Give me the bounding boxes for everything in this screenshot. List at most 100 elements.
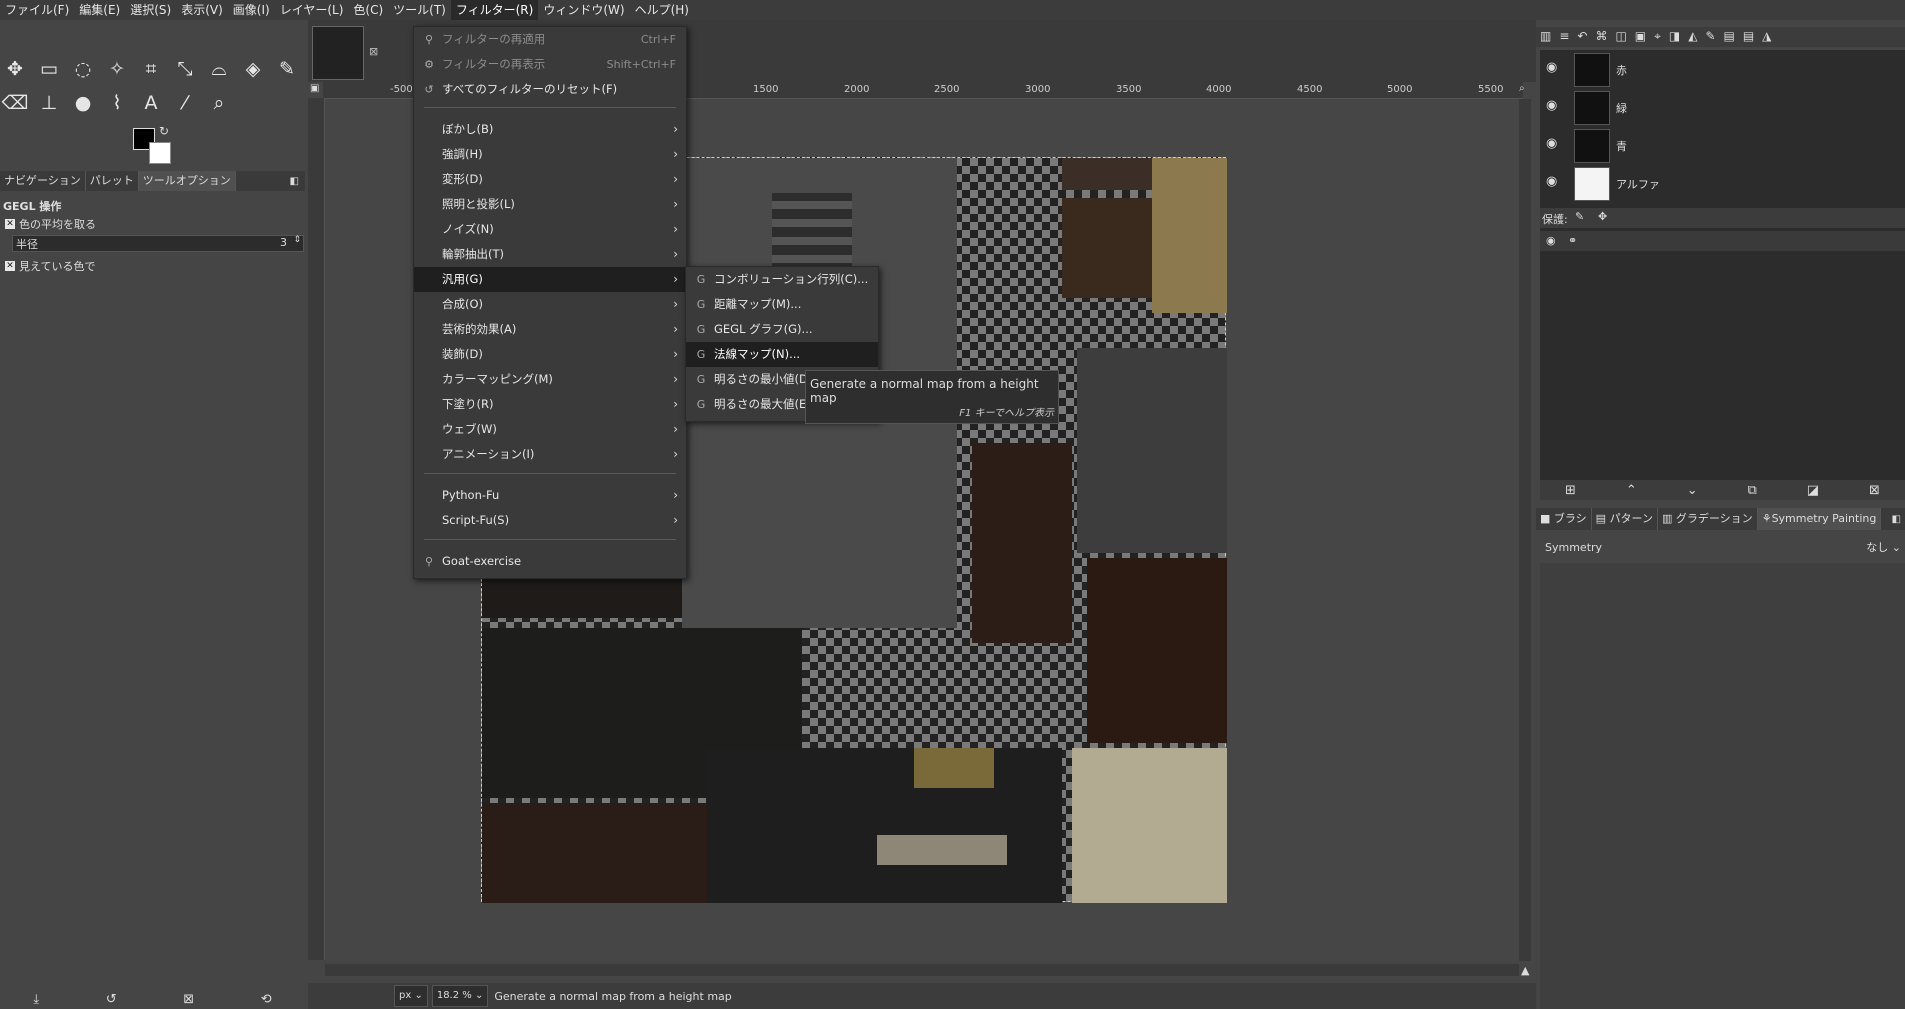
sample-average-option[interactable]: ✕ 色の平均を取る bbox=[5, 216, 96, 232]
raise-icon[interactable]: ⌃ bbox=[1626, 483, 1637, 498]
duplicate-icon[interactable]: ⧉ bbox=[1748, 483, 1757, 498]
menu-item-python-fu[interactable]: Python-Fu › bbox=[414, 483, 686, 508]
menu-colors[interactable]: 色(C) bbox=[348, 0, 388, 20]
tab-navigation[interactable]: ナビゲーション bbox=[0, 171, 86, 191]
layer-row[interactable]: ◉ 緑 bbox=[1540, 88, 1905, 126]
menu-view[interactable]: 表示(V) bbox=[176, 0, 228, 20]
menu-item-render[interactable]: 下塗り(R) › bbox=[414, 392, 686, 417]
menu-item-reshow-filter[interactable]: ⚙ フィルターの再表示 Shift+Ctrl+F bbox=[414, 52, 686, 77]
tab-tool-options[interactable]: ツールオプション bbox=[138, 171, 236, 191]
menu-item-light-shadow[interactable]: 照明と投影(L) › bbox=[414, 192, 686, 217]
delete-options-icon[interactable]: ⊠ bbox=[183, 992, 194, 1007]
layer-row[interactable]: ◉ 青 bbox=[1540, 126, 1905, 164]
warp-tool-icon[interactable]: ⌓ bbox=[206, 56, 232, 82]
menu-image[interactable]: 画像(I) bbox=[228, 0, 275, 20]
to-selection-icon[interactable]: ◪ bbox=[1807, 483, 1819, 498]
background-color-swatch[interactable] bbox=[149, 142, 171, 164]
menu-layer[interactable]: レイヤー(L) bbox=[275, 0, 349, 20]
eye-icon[interactable]: ◉ bbox=[1546, 136, 1568, 154]
clone-tool-icon[interactable]: ⊥ bbox=[36, 90, 62, 116]
dock-tab-icons[interactable]: ▥≡↶⌘◫▣⌖◨◭✎▤▤◮ bbox=[1540, 29, 1779, 44]
tab-palettes[interactable]: パレット bbox=[86, 171, 139, 191]
crop-tool-icon[interactable]: ⌗ bbox=[138, 56, 164, 82]
move-tool-icon[interactable]: ✥ bbox=[2, 56, 28, 82]
menu-item-decor[interactable]: 装飾(D) › bbox=[414, 342, 686, 367]
lower-icon[interactable]: ⌄ bbox=[1687, 483, 1698, 498]
lock-pixels-icon[interactable]: ✎ bbox=[1575, 210, 1584, 223]
checkbox-checked-icon[interactable]: ✕ bbox=[5, 219, 15, 229]
paintbrush-tool-icon[interactable]: ✎ bbox=[274, 56, 300, 82]
navigate-icon[interactable]: ▲ bbox=[1521, 964, 1529, 977]
menu-item-convolution-matrix[interactable]: G コンボリューション行列(C)... bbox=[686, 267, 878, 292]
menu-tools[interactable]: ツール(T) bbox=[388, 0, 451, 20]
menu-filters[interactable]: フィルター(R) bbox=[450, 0, 539, 20]
eye-icon[interactable]: ◉ bbox=[1546, 174, 1568, 192]
transform-tool-icon[interactable]: ⤡ bbox=[172, 56, 198, 82]
eye-icon[interactable]: ◉ bbox=[1546, 98, 1568, 116]
quick-mask-icon[interactable]: ▣ bbox=[310, 83, 319, 94]
menu-item-reapply-filter[interactable]: ⚲ フィルターの再適用 Ctrl+F bbox=[414, 27, 686, 52]
menu-help[interactable]: ヘルプ(H) bbox=[630, 0, 694, 20]
symmetry-select[interactable]: なし ⌄ bbox=[1866, 539, 1901, 555]
menu-item-distorts[interactable]: 変形(D) › bbox=[414, 167, 686, 192]
menu-item-edge-detect[interactable]: 輪郭抽出(T) › bbox=[414, 242, 686, 267]
tab-gradients[interactable]: ▥ グラデーション bbox=[1658, 508, 1758, 530]
menu-item-combine[interactable]: 合成(O) › bbox=[414, 292, 686, 317]
menu-item-map[interactable]: カラーマッピング(M) › bbox=[414, 367, 686, 392]
menu-item-generic[interactable]: 汎用(G) › bbox=[414, 267, 686, 292]
layer-row[interactable]: ◉ 赤 bbox=[1540, 50, 1905, 88]
text-tool-icon[interactable]: A bbox=[138, 90, 164, 116]
eraser-tool-icon[interactable]: ⌫ bbox=[2, 90, 29, 116]
dock-menu-icon[interactable]: ◧ bbox=[290, 176, 299, 187]
close-tab-icon[interactable]: ⊠ bbox=[369, 45, 378, 58]
rect-select-tool-icon[interactable]: ▭ bbox=[36, 56, 62, 82]
vertical-scrollbar[interactable] bbox=[1519, 99, 1531, 961]
delete-icon[interactable]: ⊠ bbox=[1869, 483, 1880, 498]
dock-menu-icon[interactable]: ◧ bbox=[1892, 514, 1901, 525]
layer-row[interactable]: ◉ アルファ bbox=[1540, 164, 1905, 202]
menu-item-script-fu[interactable]: Script-Fu(S) › bbox=[414, 508, 686, 533]
menu-item-enhance[interactable]: 強調(H) › bbox=[414, 142, 686, 167]
radius-field[interactable]: 半径 3 ⇕ bbox=[12, 235, 304, 252]
image-tab-thumbnail[interactable] bbox=[312, 26, 364, 80]
tab-symmetry-painting[interactable]: ⚘Symmetry Painting bbox=[1757, 508, 1882, 530]
fuzzy-select-tool-icon[interactable]: ✧ bbox=[104, 56, 130, 82]
spin-arrows-icon[interactable]: ⇕ bbox=[293, 235, 301, 245]
tab-patterns[interactable]: ▤ パターン bbox=[1592, 508, 1659, 530]
menu-item-web[interactable]: ウェブ(W) › bbox=[414, 417, 686, 442]
paths-tool-icon[interactable]: ⌇ bbox=[104, 90, 130, 116]
save-options-icon[interactable]: ⤓ bbox=[33, 992, 39, 1007]
swap-colors-icon[interactable]: ↻ bbox=[159, 124, 169, 138]
menu-windows[interactable]: ウィンドウ(W) bbox=[538, 0, 629, 20]
menu-item-gegl-graph[interactable]: G GEGL グラフ(G)... bbox=[686, 317, 878, 342]
zoom-fit-icon[interactable]: ⌕ bbox=[1519, 83, 1525, 94]
tab-brushes[interactable]: ■ ブラシ bbox=[1536, 508, 1592, 530]
menu-select[interactable]: 選択(S) bbox=[125, 0, 176, 20]
restore-options-icon[interactable]: ↺ bbox=[106, 992, 117, 1007]
new-channel-icon[interactable]: ⊞ bbox=[1565, 483, 1576, 498]
lasso-tool-icon[interactable]: ◌ bbox=[70, 56, 96, 82]
menu-item-blur[interactable]: ぼかし(B) › bbox=[414, 117, 686, 142]
menu-file[interactable]: ファイル(F) bbox=[0, 0, 74, 20]
horizontal-scrollbar[interactable] bbox=[325, 964, 1519, 976]
checkbox-checked-icon[interactable]: ✕ bbox=[5, 261, 15, 271]
eye-icon[interactable]: ◉ bbox=[1546, 60, 1568, 78]
zoom-select[interactable]: 18.2 % ⌄ bbox=[431, 985, 489, 1007]
bucket-fill-tool-icon[interactable]: ◈ bbox=[240, 56, 266, 82]
lock-position-icon[interactable]: ✥ bbox=[1598, 210, 1607, 223]
reset-options-icon[interactable]: ⟲ bbox=[261, 992, 272, 1007]
menu-edit[interactable]: 編集(E) bbox=[74, 0, 125, 20]
menu-item-goat-exercise[interactable]: ⚲ Goat-exercise bbox=[414, 549, 686, 574]
menu-item-noise[interactable]: ノイズ(N) › bbox=[414, 217, 686, 242]
eye-icon[interactable]: ◉ bbox=[1546, 234, 1556, 247]
chain-icon[interactable]: ⚭ bbox=[1568, 234, 1577, 247]
color-picker-tool-icon[interactable]: ⁄ bbox=[172, 90, 198, 116]
menu-item-reset-filters[interactable]: ↺ すべてのフィルターのリセット(F) bbox=[414, 77, 686, 102]
zoom-tool-icon[interactable]: ⌕ bbox=[206, 90, 232, 116]
menu-item-normal-map[interactable]: G 法線マップ(N)... bbox=[686, 342, 878, 367]
menu-item-distance-map[interactable]: G 距離マップ(M)... bbox=[686, 292, 878, 317]
sample-merged-option[interactable]: ✕ 見えている色で bbox=[5, 258, 95, 274]
menu-item-artistic[interactable]: 芸術的効果(A) › bbox=[414, 317, 686, 342]
smudge-tool-icon[interactable]: ● bbox=[70, 90, 96, 116]
menu-item-animation[interactable]: アニメーション(I) › bbox=[414, 442, 686, 467]
